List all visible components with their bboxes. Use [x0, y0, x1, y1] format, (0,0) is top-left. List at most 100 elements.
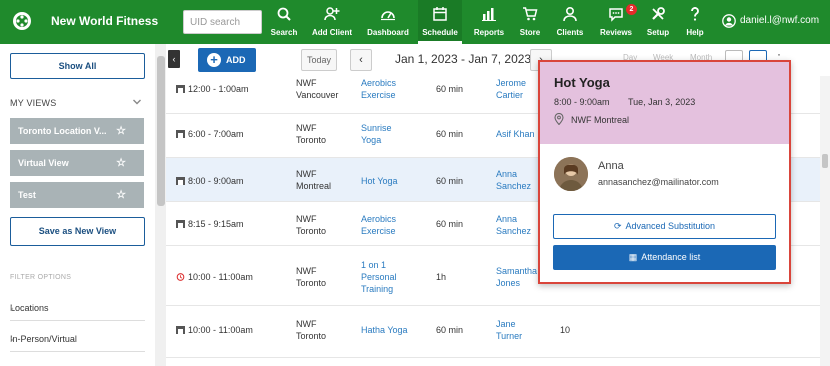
class-icon: [176, 130, 185, 138]
star-icon[interactable]: ☆: [116, 182, 126, 208]
nav-label: Schedule: [422, 28, 458, 37]
location-line: NWF: [296, 123, 317, 133]
saved-view-item[interactable]: Virtual View ☆: [10, 150, 144, 176]
location-line: Montreal: [296, 181, 332, 191]
nav-schedule[interactable]: Schedule: [418, 0, 462, 44]
collapse-sidebar-button[interactable]: ‹: [168, 50, 180, 68]
location-cell: NWF Montreal: [296, 168, 356, 192]
bar-chart-icon: [482, 8, 496, 21]
time-text: 10:00 - 11:00am: [188, 272, 253, 282]
class-icon: [176, 220, 185, 228]
location-line: NWF: [296, 214, 317, 224]
class-line: Exercise: [361, 226, 396, 236]
nav-label: Clients: [556, 28, 584, 37]
nav-store[interactable]: Store: [516, 0, 544, 44]
saved-view-item[interactable]: Test ☆: [10, 182, 144, 208]
class-link[interactable]: Aerobics Exercise: [361, 213, 421, 237]
nav-reviews[interactable]: 2 Reviews: [598, 0, 637, 44]
time-cell: 10:00 - 11:00am: [176, 324, 253, 336]
staff-link[interactable]: Jane Turner: [496, 318, 546, 342]
class-details-popover: Hot Yoga 8:00 - 9:00am Tue, Jan 3, 2023 …: [538, 60, 791, 284]
schedule-scroll-thumb[interactable]: [822, 154, 828, 168]
star-icon[interactable]: ☆: [116, 118, 126, 144]
location-cell: NWF Vancouver: [296, 77, 356, 101]
time-cell: 12:00 - 1:00am: [176, 83, 249, 95]
search-icon: [277, 7, 291, 21]
nav-label: Store: [519, 28, 541, 37]
nav-add-client[interactable]: Add Client: [312, 0, 352, 44]
class-link[interactable]: 1 on 1 Personal Training: [361, 259, 421, 295]
time-cell: 6:00 - 7:00am: [176, 128, 244, 140]
class-line: Aerobics: [361, 214, 397, 224]
user-circle-icon: [722, 14, 736, 28]
advanced-substitution-button[interactable]: ⟳ Advanced Substitution: [553, 214, 776, 239]
attendance-list-button[interactable]: ▦ Attendance list: [553, 245, 776, 270]
class-line: Training: [361, 284, 394, 294]
nav-label: Reports: [473, 28, 505, 37]
class-line: Aerobics: [361, 78, 397, 88]
nav-label: Search: [270, 28, 298, 37]
time-text: 8:00 - 9:00am: [188, 176, 244, 186]
show-all-button[interactable]: Show All: [10, 53, 145, 79]
class-icon: [176, 85, 185, 93]
add-button[interactable]: + ADD: [198, 48, 256, 72]
reviews-badge: 2: [626, 4, 637, 15]
chevron-right-icon: ›: [10, 303, 14, 315]
time-cell: 10:00 - 11:00am: [176, 271, 253, 283]
staff-line: Turner: [496, 331, 523, 341]
class-link[interactable]: Sunrise Yoga: [361, 122, 421, 146]
location-pin-icon: [554, 113, 564, 125]
dashboard-icon: [381, 11, 395, 21]
user-email: daniel.l@nwf.com: [740, 15, 820, 26]
chevron-down-icon[interactable]: [132, 97, 142, 107]
uid-search-input[interactable]: [183, 10, 262, 34]
brand-name[interactable]: New World Fitness: [51, 14, 158, 28]
popover-time: 8:00 - 9:00am: [554, 97, 610, 107]
class-line: Exercise: [361, 90, 396, 100]
filter-locations[interactable]: Locations ›: [10, 299, 145, 321]
today-button[interactable]: Today: [301, 49, 337, 71]
popover-header: Hot Yoga 8:00 - 9:00am Tue, Jan 3, 2023 …: [540, 62, 789, 144]
instructor-avatar: [554, 157, 588, 191]
person-icon: [563, 6, 577, 22]
attendance-list-label: Attendance list: [641, 252, 701, 262]
chat-bubble-icon: [609, 8, 623, 22]
nav-setup[interactable]: Setup: [644, 0, 672, 44]
nav-search[interactable]: Search: [270, 0, 298, 44]
nav-reports[interactable]: Reports: [472, 0, 506, 44]
filter-in-person-virtual[interactable]: In-Person/Virtual ›: [10, 330, 145, 352]
schedule-scrollbar[interactable]: [820, 76, 830, 366]
time-text: 12:00 - 1:00am: [188, 84, 249, 94]
save-as-new-view-button[interactable]: Save as New View: [10, 217, 145, 246]
location-line: Toronto: [296, 278, 327, 288]
location-cell: NWF Toronto: [296, 318, 356, 342]
location-line: NWF: [296, 266, 317, 276]
popover-location: NWF Montreal: [571, 115, 630, 125]
staff-line: Jane: [496, 319, 516, 329]
plus-circle-icon: +: [207, 53, 221, 67]
nav-label: Dashboard: [367, 28, 409, 37]
class-line: Hatha Yoga: [361, 325, 408, 335]
date-range-label: Jan 1, 2023 - Jan 7, 2023: [395, 52, 532, 66]
nav-label: Setup: [646, 28, 670, 37]
nav-dashboard[interactable]: Dashboard: [365, 0, 411, 44]
class-link[interactable]: Hot Yoga: [361, 175, 421, 187]
location-line: NWF: [296, 319, 317, 329]
duration-cell: 60 min: [436, 176, 464, 186]
chevron-right-icon: ›: [10, 334, 14, 346]
nav-clients[interactable]: Clients: [555, 0, 585, 44]
table-row[interactable]: 10:00 - 11:00am NWF Toronto Hatha Yoga 60…: [166, 306, 820, 358]
nav-help[interactable]: Help: [682, 0, 708, 44]
saved-view-label: Virtual View: [18, 158, 69, 168]
nav-label: Add Client: [312, 28, 352, 37]
star-icon[interactable]: ☆: [116, 150, 126, 176]
sidebar-scroll-thumb[interactable]: [157, 56, 165, 206]
previous-week-button[interactable]: ‹: [350, 49, 372, 71]
duration-cell: 60 min: [436, 84, 464, 94]
nav-label: Help: [686, 28, 704, 37]
personal-training-icon: [176, 273, 185, 281]
location-line: Toronto: [296, 331, 327, 341]
class-link[interactable]: Hatha Yoga: [361, 324, 421, 336]
saved-view-item[interactable]: Toronto Location V... ☆: [10, 118, 144, 144]
class-link[interactable]: Aerobics Exercise: [361, 77, 421, 101]
